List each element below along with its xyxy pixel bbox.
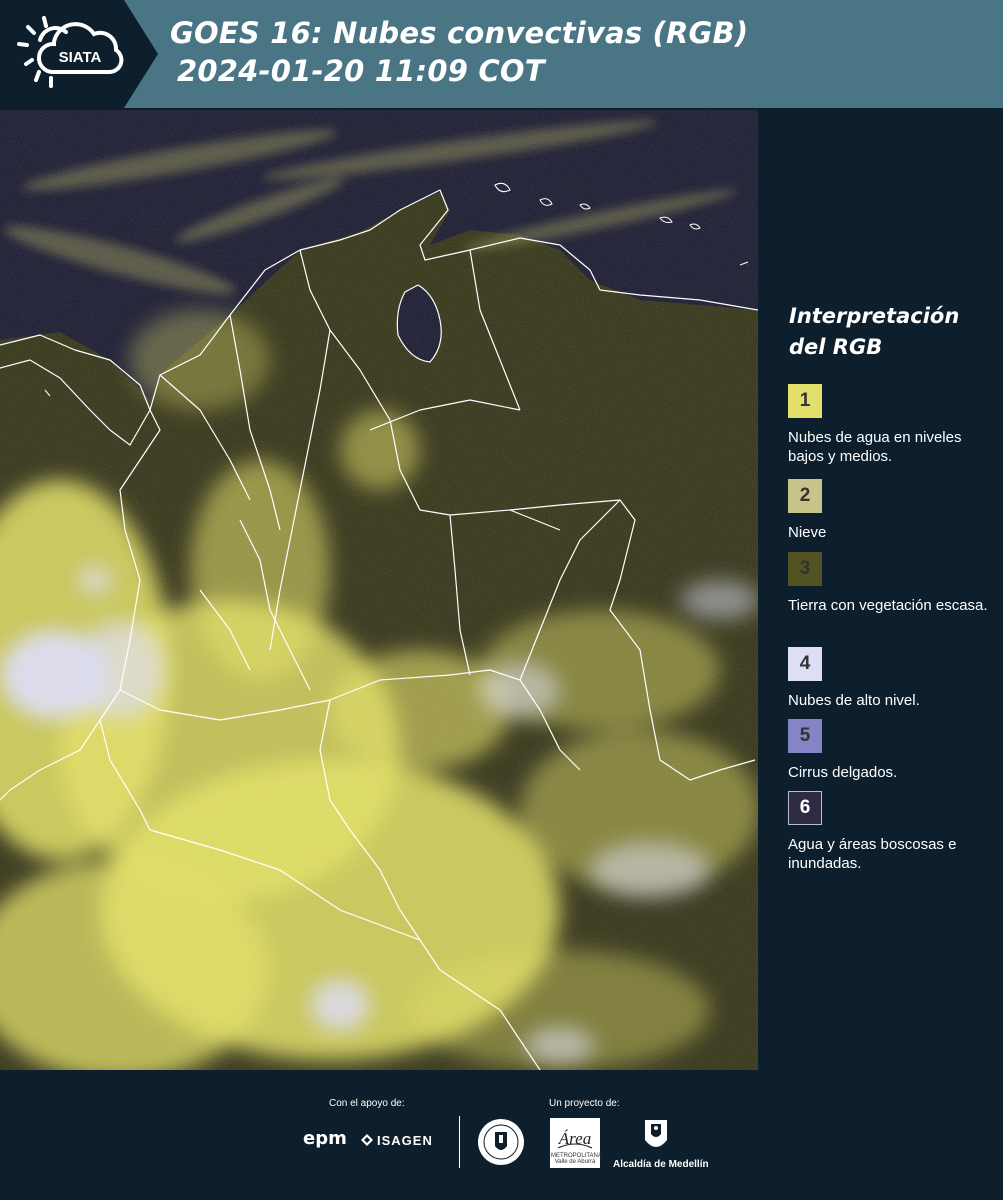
page-title: GOES 16: Nubes convectivas (RGB) [170, 16, 749, 50]
header-banner: SIATA GOES 16: Nubes convectivas (RGB) 2… [0, 0, 1003, 108]
legend-item-1: 1 Nubes de agua en niveles bajos y medio… [788, 384, 998, 466]
support-label: Con el apoyo de: [329, 1098, 405, 1109]
legend-swatch-3: 3 [788, 552, 822, 586]
footer-divider [459, 1116, 460, 1168]
legend-swatch-4: 4 [788, 647, 822, 681]
legend-item-6: 6 Agua y áreas boscosas e inundadas. [788, 791, 998, 873]
alcaldia-shield-icon [645, 1120, 667, 1147]
medellin-seal-icon [478, 1119, 524, 1165]
legend-swatch-2: 2 [788, 479, 822, 513]
legend-item-5: 5 Cirrus delgados. [788, 719, 998, 782]
texture-grain [0, 110, 758, 1070]
legend-label-5: Cirrus delgados. [788, 764, 898, 781]
legend-label-4: Nubes de alto nivel. [788, 692, 920, 709]
siata-logo-text: SIATA [59, 49, 102, 66]
legend-title: Interpretación del RGB [789, 304, 960, 359]
isagen-mark-icon [361, 1134, 373, 1146]
epm-logo: epm [303, 1128, 347, 1149]
satellite-image [0, 110, 758, 1070]
amva-name: Área [558, 1129, 591, 1148]
legend-swatch-1: 1 [788, 384, 822, 418]
legend-item-3: 3 Tierra con vegetación escasa. [788, 552, 998, 615]
legend-swatch-5: 5 [788, 719, 822, 753]
legend-label-3: Tierra con vegetación escasa. [788, 597, 988, 614]
legend-swatch-6: 6 [788, 791, 822, 825]
legend-panel: Interpretación del RGB 1 Nubes de agua e… [760, 110, 1003, 1070]
siata-logo: SIATA [17, 16, 124, 88]
page-timestamp: 2024-01-20 11:09 COT [177, 54, 545, 88]
isagen-logo: ISAGEN [360, 1133, 433, 1148]
legend-label-6: Agua y áreas boscosas e inundadas. [788, 836, 957, 872]
footer: Con el apoyo de: Un proyecto de: epm ISA… [0, 1070, 1003, 1200]
alcaldia-label: Alcaldía de Medellín [613, 1159, 709, 1170]
amva-subtitle: METROPOLITANA Valle de Aburrá [551, 1153, 602, 1165]
legend-item-2: 2 Nieve [788, 479, 998, 542]
legend-label-2: Nieve [788, 524, 827, 541]
legend-item-4: 4 Nubes de alto nivel. [788, 647, 998, 710]
project-label: Un proyecto de: [549, 1098, 620, 1109]
satellite-map[interactable] [0, 110, 758, 1070]
legend-label-1: Nubes de agua en niveles bajos y medios. [788, 429, 962, 465]
isagen-label: ISAGEN [377, 1133, 433, 1148]
